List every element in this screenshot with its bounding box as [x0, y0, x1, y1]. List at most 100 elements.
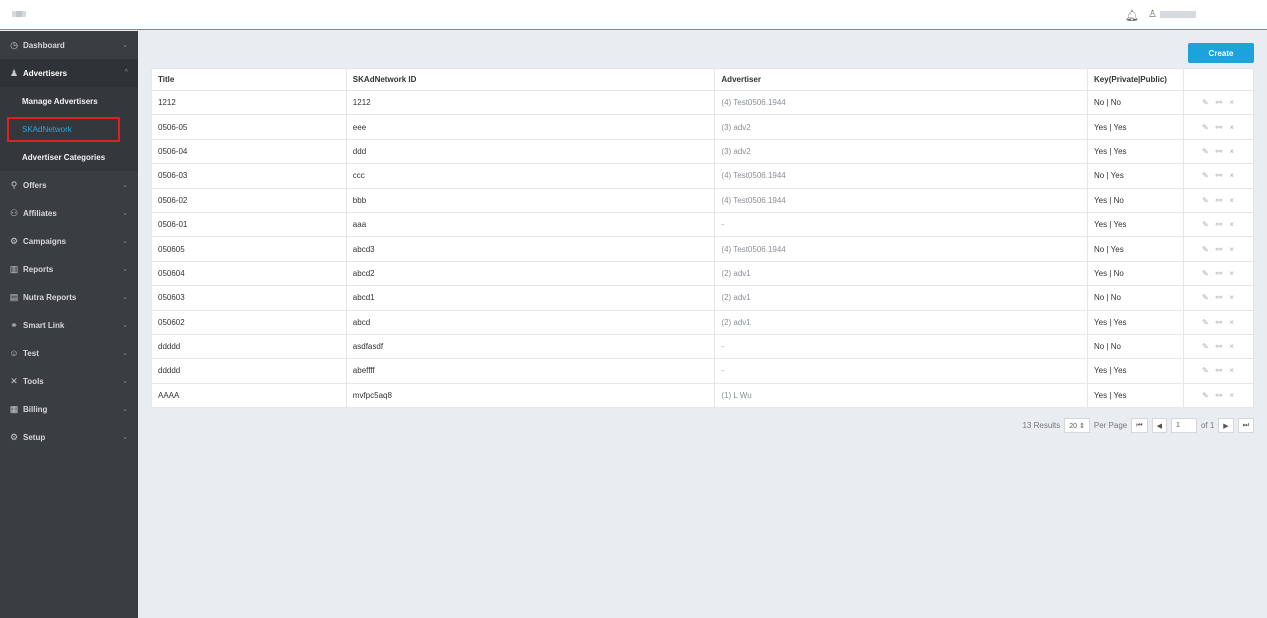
- sidebar-subitem-manage-advertisers[interactable]: Manage Advertisers: [0, 87, 138, 115]
- delete-icon[interactable]: ×: [1229, 293, 1235, 302]
- sidebar-item-dashboard[interactable]: ◷ Dashboard ⌄: [0, 31, 138, 59]
- skadnetwork-id-cell: abcd2: [345, 260, 716, 287]
- delete-icon[interactable]: ×: [1229, 245, 1235, 254]
- link-icon[interactable]: ⚯: [1216, 342, 1224, 351]
- sidebar-item-test[interactable]: ☺ Test ⌄: [0, 339, 138, 367]
- delete-icon[interactable]: ×: [1229, 196, 1235, 205]
- chevron-up-icon: ^: [124, 69, 128, 76]
- sidebar-item-label: Test: [23, 348, 39, 358]
- link-icon[interactable]: ⚯: [1216, 220, 1224, 229]
- sidebar-item-offers[interactable]: ⚲ Offers ⌄: [0, 171, 138, 199]
- sidebar-item-reports[interactable]: ▥ Reports ⌄: [0, 255, 138, 283]
- advertiser-cell: (4) Test0506.1944: [714, 236, 1089, 262]
- link-icon[interactable]: ⚯: [1216, 123, 1224, 132]
- delete-icon[interactable]: ×: [1229, 171, 1235, 180]
- link-icon[interactable]: ⚯: [1216, 245, 1224, 254]
- user-icon[interactable]: ♙: [1148, 9, 1157, 20]
- top-bar: 🔔︎ ♙: [0, 0, 1267, 30]
- key-cell: Yes | Yes: [1087, 382, 1184, 409]
- delete-icon[interactable]: ×: [1229, 220, 1235, 229]
- skadnetwork-table: Title SKAdNetwork ID Advertiser Key(Private…: [151, 68, 1254, 409]
- sidebar-item-nutra-reports[interactable]: ▤ Nutra Reports ⌄: [0, 283, 138, 311]
- edit-icon[interactable]: ✎: [1202, 196, 1210, 205]
- edit-icon[interactable]: ✎: [1202, 391, 1210, 400]
- skadnetwork-id-cell: mvfpc5aq8: [345, 382, 716, 409]
- link-icon[interactable]: ⚯: [1216, 318, 1224, 327]
- next-page-button[interactable]: ▶: [1218, 418, 1234, 433]
- smart-link-icon: ⚭: [10, 319, 18, 330]
- skadnetwork-id-cell: aaa: [345, 211, 716, 238]
- link-icon[interactable]: ⚯: [1216, 391, 1224, 400]
- row-actions: ✎ ⚯ ×: [1183, 309, 1254, 335]
- edit-icon[interactable]: ✎: [1202, 171, 1210, 180]
- sidebar-subitem-advertiser-categories[interactable]: Advertiser Categories: [0, 143, 138, 171]
- edit-icon[interactable]: ✎: [1202, 293, 1210, 302]
- edit-icon[interactable]: ✎: [1202, 220, 1210, 229]
- sidebar-subitem-label: Manage Advertisers: [22, 96, 98, 106]
- delete-icon[interactable]: ×: [1229, 318, 1235, 327]
- edit-icon[interactable]: ✎: [1202, 123, 1210, 132]
- advertiser-cell: -: [714, 358, 1089, 384]
- table-row: 0506-01 aaa - Yes | Yes ✎ ⚯ ×: [151, 211, 1254, 238]
- row-actions: ✎ ⚯ ×: [1183, 138, 1254, 165]
- delete-icon[interactable]: ×: [1229, 147, 1235, 156]
- link-icon[interactable]: ⚯: [1216, 171, 1224, 180]
- chevron-down-icon: ⌄: [122, 238, 128, 245]
- key-cell: No | Yes: [1087, 236, 1184, 262]
- sidebar-item-label: Reports: [23, 264, 54, 274]
- title-cell: 050604: [151, 260, 347, 287]
- link-icon[interactable]: ⚯: [1216, 366, 1224, 375]
- edit-icon[interactable]: ✎: [1202, 342, 1210, 351]
- delete-icon[interactable]: ×: [1229, 269, 1235, 278]
- key-cell: Yes | No: [1087, 187, 1184, 213]
- per-page-select[interactable]: 20 ⇕: [1064, 418, 1090, 433]
- table-header-row: Title SKAdNetwork ID Advertiser Key(Private…: [151, 68, 1254, 91]
- advertiser-cell: (2) adv1: [714, 285, 1089, 311]
- sidebar-item-label: Nutra Reports: [23, 292, 77, 302]
- edit-icon[interactable]: ✎: [1202, 318, 1210, 327]
- create-button[interactable]: Create: [1188, 43, 1254, 63]
- chevron-down-icon: ⌄: [122, 322, 128, 329]
- bell-icon[interactable]: 🔔︎: [1125, 9, 1139, 22]
- app-logo[interactable]: [12, 11, 26, 17]
- test-icon: ☺: [9, 348, 19, 358]
- sidebar-item-billing[interactable]: ▦ Billing ⌄: [0, 395, 138, 423]
- last-page-button[interactable]: ⏭: [1237, 418, 1254, 433]
- link-icon[interactable]: ⚯: [1216, 293, 1224, 302]
- edit-icon[interactable]: ✎: [1202, 366, 1210, 375]
- table-row: 050603 abcd1 (2) adv1 No | No ✎ ⚯ ×: [151, 285, 1254, 311]
- edit-icon[interactable]: ✎: [1202, 245, 1210, 254]
- edit-icon[interactable]: ✎: [1202, 269, 1210, 278]
- advertisers-submenu: Manage Advertisers SKAdNetwork Advertiser …: [0, 87, 138, 171]
- sidebar-item-setup[interactable]: ⚙ Setup ⌄: [0, 423, 138, 451]
- row-actions: ✎ ⚯ ×: [1183, 260, 1254, 287]
- sidebar-item-affiliates[interactable]: ⚇ Affiliates ⌄: [0, 199, 138, 227]
- delete-icon[interactable]: ×: [1229, 123, 1235, 132]
- link-icon[interactable]: ⚯: [1216, 147, 1224, 156]
- link-icon[interactable]: ⚯: [1216, 269, 1224, 278]
- sidebar-item-smart-link[interactable]: ⚭ Smart Link ⌄: [0, 311, 138, 339]
- delete-icon[interactable]: ×: [1229, 342, 1235, 351]
- chevron-down-icon: ⌄: [122, 350, 128, 357]
- link-icon[interactable]: ⚯: [1216, 98, 1224, 107]
- title-cell: 0506-05: [151, 114, 347, 140]
- sidebar-subitem-skadnetwork[interactable]: SKAdNetwork: [0, 115, 138, 143]
- title-cell: 0506-04: [151, 138, 347, 165]
- delete-icon[interactable]: ×: [1229, 98, 1235, 107]
- edit-icon[interactable]: ✎: [1202, 147, 1210, 156]
- advertiser-cell: (4) Test0506.1944: [714, 163, 1089, 189]
- link-icon[interactable]: ⚯: [1216, 196, 1224, 205]
- prev-page-button[interactable]: ◀: [1151, 418, 1167, 433]
- sidebar-item-label: Affiliates: [23, 208, 57, 218]
- chevron-down-icon: ⌄: [122, 294, 128, 301]
- delete-icon[interactable]: ×: [1229, 366, 1235, 375]
- delete-icon[interactable]: ×: [1229, 391, 1235, 400]
- first-page-button[interactable]: ⏮: [1131, 418, 1148, 433]
- sidebar-item-campaigns[interactable]: ⚙ Campaigns ⌄: [0, 227, 138, 255]
- user-name[interactable]: [1160, 11, 1196, 18]
- sidebar-item-tools[interactable]: ✕ Tools ⌄: [0, 367, 138, 395]
- sidebar-item-advertisers[interactable]: ♟ Advertisers ^: [0, 59, 138, 87]
- user-icon: ♟: [9, 67, 19, 78]
- page-input[interactable]: 1: [1170, 418, 1197, 433]
- edit-icon[interactable]: ✎: [1202, 98, 1210, 107]
